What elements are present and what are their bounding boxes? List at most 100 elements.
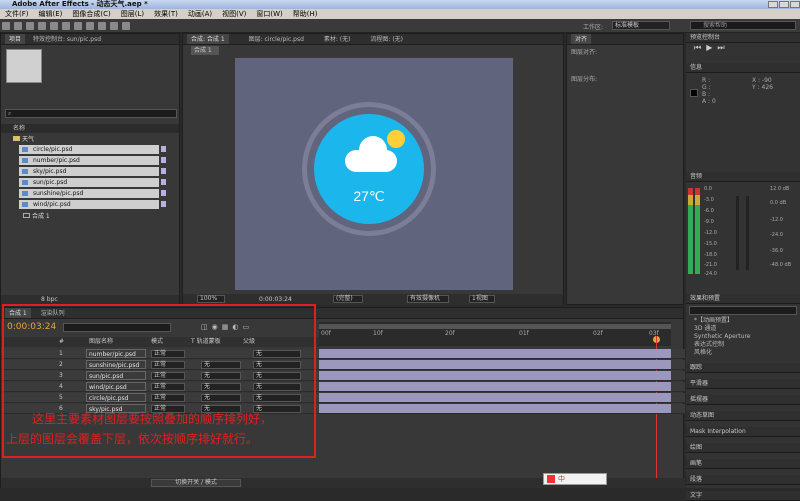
tab-footage[interactable]: 素材: (无): [324, 36, 351, 43]
info-y: Y : 426: [752, 84, 773, 91]
tracker-header[interactable]: 跟踪: [686, 363, 800, 373]
layer-duration-bar[interactable]: [319, 349, 671, 358]
tab-align[interactable]: 对齐: [571, 34, 592, 44]
project-comp-item[interactable]: 合成 1: [23, 211, 50, 220]
tab-flowchart[interactable]: 流程图: (无): [370, 36, 403, 43]
close-button[interactable]: [790, 1, 800, 8]
menu-window[interactable]: 窗口(W): [251, 9, 287, 19]
info-g: G :: [702, 84, 711, 91]
audio-db-label: -24.0: [704, 271, 717, 277]
tools-toolbar: 工作区: 标准模板 搜索帮助: [0, 19, 800, 33]
comp-subtab[interactable]: 合成 1: [191, 46, 219, 55]
menu-help[interactable]: 帮助(H): [288, 9, 323, 19]
temperature-text: 27℃: [353, 188, 385, 204]
window-title: Adobe After Effects - 动态天气.aep *: [12, 0, 148, 8]
effects-item[interactable]: *【动画预置】: [686, 317, 800, 325]
time-ruler[interactable]: 00f 10f 20f 01f 02f 03f: [319, 322, 671, 346]
menu-file[interactable]: 文件(F): [0, 9, 34, 19]
menu-effect[interactable]: 效果(T): [149, 9, 183, 19]
wiggler-header[interactable]: 摇摆器: [686, 395, 800, 405]
preview-header[interactable]: 预览控制台: [686, 33, 800, 43]
effects-search-input[interactable]: [689, 306, 797, 315]
workspace-label: 工作区:: [583, 24, 604, 31]
audio-db-label: -15.0: [704, 241, 717, 247]
bit-depth-label[interactable]: 8 bpc: [41, 296, 58, 303]
project-item[interactable]: wind/pic.psd: [19, 200, 159, 209]
minimize-button[interactable]: [768, 1, 778, 8]
paragraph-header[interactable]: 段落: [686, 475, 800, 485]
effects-item[interactable]: Synthetic Aperture: [686, 333, 800, 341]
project-item[interactable]: sunshine/pic.psd: [19, 189, 159, 198]
effects-item[interactable]: 3D 通道: [686, 325, 800, 333]
smoother-header[interactable]: 平滑器: [686, 379, 800, 389]
selection-tool-icon[interactable]: [2, 22, 10, 30]
effects-item[interactable]: 风格化: [686, 349, 800, 357]
maximize-button[interactable]: [779, 1, 789, 8]
zoom-tool-icon[interactable]: [26, 22, 34, 30]
view-layout-select[interactable]: 1视图: [469, 295, 495, 303]
character-header[interactable]: 文字: [686, 491, 800, 501]
project-item[interactable]: circle/pic.psd: [19, 145, 159, 154]
layer-duration-bar[interactable]: [319, 360, 671, 369]
info-header[interactable]: 信息: [686, 63, 800, 73]
rotate-tool-icon[interactable]: [38, 22, 46, 30]
mask-interpolation-header[interactable]: Mask Interpolation: [686, 427, 800, 437]
info-x: X : -90: [752, 77, 772, 84]
project-item[interactable]: sky/pic.psd: [19, 167, 159, 176]
align-to-label: 图层对齐:: [571, 49, 598, 56]
toggle-switches-modes-button[interactable]: 切换开关 / 模式: [151, 479, 241, 487]
stamp-tool-icon[interactable]: [110, 22, 118, 30]
layer-duration-bar[interactable]: [319, 404, 671, 413]
annotation-line-1: 这里主要素材图层要按照叠加的顺序排列好，: [32, 412, 273, 426]
label-color-column: [161, 146, 166, 210]
comp-canvas[interactable]: 27℃: [235, 58, 513, 290]
brushes-header[interactable]: 画笔: [686, 459, 800, 469]
menu-animation[interactable]: 动画(A): [183, 9, 217, 19]
project-search-input[interactable]: ⌕: [5, 109, 177, 118]
effects-header[interactable]: 效果和预置: [686, 294, 800, 304]
audio-db-label: 12.0 dB: [770, 186, 790, 192]
tab-project[interactable]: 项目: [5, 34, 26, 44]
audio-slider-left[interactable]: [736, 196, 739, 270]
layer-duration-bar[interactable]: [319, 371, 671, 380]
menu-view[interactable]: 视图(V): [217, 9, 251, 19]
zoom-select[interactable]: 100%: [197, 295, 225, 303]
effects-item[interactable]: 表达式控制: [686, 341, 800, 349]
audio-slider-right[interactable]: [746, 196, 749, 270]
hand-tool-icon[interactable]: [14, 22, 22, 30]
audio-db-label: 0.0 dB: [770, 200, 787, 206]
first-frame-icon[interactable]: ⏮: [694, 43, 706, 52]
brush-tool-icon[interactable]: [98, 22, 106, 30]
last-frame-icon[interactable]: ⏭: [717, 43, 729, 52]
tab-effect-controls[interactable]: 特效控制台: sun/pic.psd: [33, 36, 101, 43]
eraser-tool-icon[interactable]: [122, 22, 130, 30]
tab-composition[interactable]: 合成: 合成 1: [187, 34, 229, 44]
motion-sketch-header[interactable]: 动态草图: [686, 411, 800, 421]
menu-layer[interactable]: 图层(L): [116, 9, 149, 19]
camera-tool-icon[interactable]: [50, 22, 58, 30]
work-area-bar[interactable]: [319, 324, 671, 329]
help-search-input[interactable]: 搜索帮助: [690, 21, 796, 30]
pen-tool-icon[interactable]: [74, 22, 82, 30]
camera-select[interactable]: 有效摄像机: [407, 295, 449, 303]
type-tool-icon[interactable]: [86, 22, 94, 30]
menu-edit[interactable]: 编辑(E): [34, 9, 68, 19]
workspace-select[interactable]: 标准模板: [612, 21, 670, 30]
column-name[interactable]: 名称: [13, 125, 25, 132]
project-item[interactable]: sun/pic.psd: [19, 178, 159, 187]
ime-toolbar[interactable]: 中: [543, 473, 607, 485]
sun-icon: [387, 130, 405, 148]
pan-behind-tool-icon[interactable]: [62, 22, 70, 30]
project-item[interactable]: number/pic.psd: [19, 156, 159, 165]
layer-duration-bar[interactable]: [319, 393, 671, 402]
folder-weather[interactable]: 天气: [5, 135, 159, 144]
audio-header[interactable]: 音频: [686, 172, 800, 182]
tab-layer[interactable]: 图层: circle/pic.psd: [249, 36, 304, 43]
paint-header[interactable]: 绘图: [686, 443, 800, 453]
project-panel: 项目 特效控制台: sun/pic.psd ⌕ 名称 天气 circle/pic…: [0, 33, 180, 305]
ime-mode[interactable]: 中: [558, 475, 565, 483]
menu-composition[interactable]: 图像合成(C): [67, 9, 115, 19]
layer-duration-bar[interactable]: [319, 382, 671, 391]
resolution-select[interactable]: (完整): [333, 295, 363, 303]
play-icon[interactable]: ▶: [706, 43, 717, 52]
